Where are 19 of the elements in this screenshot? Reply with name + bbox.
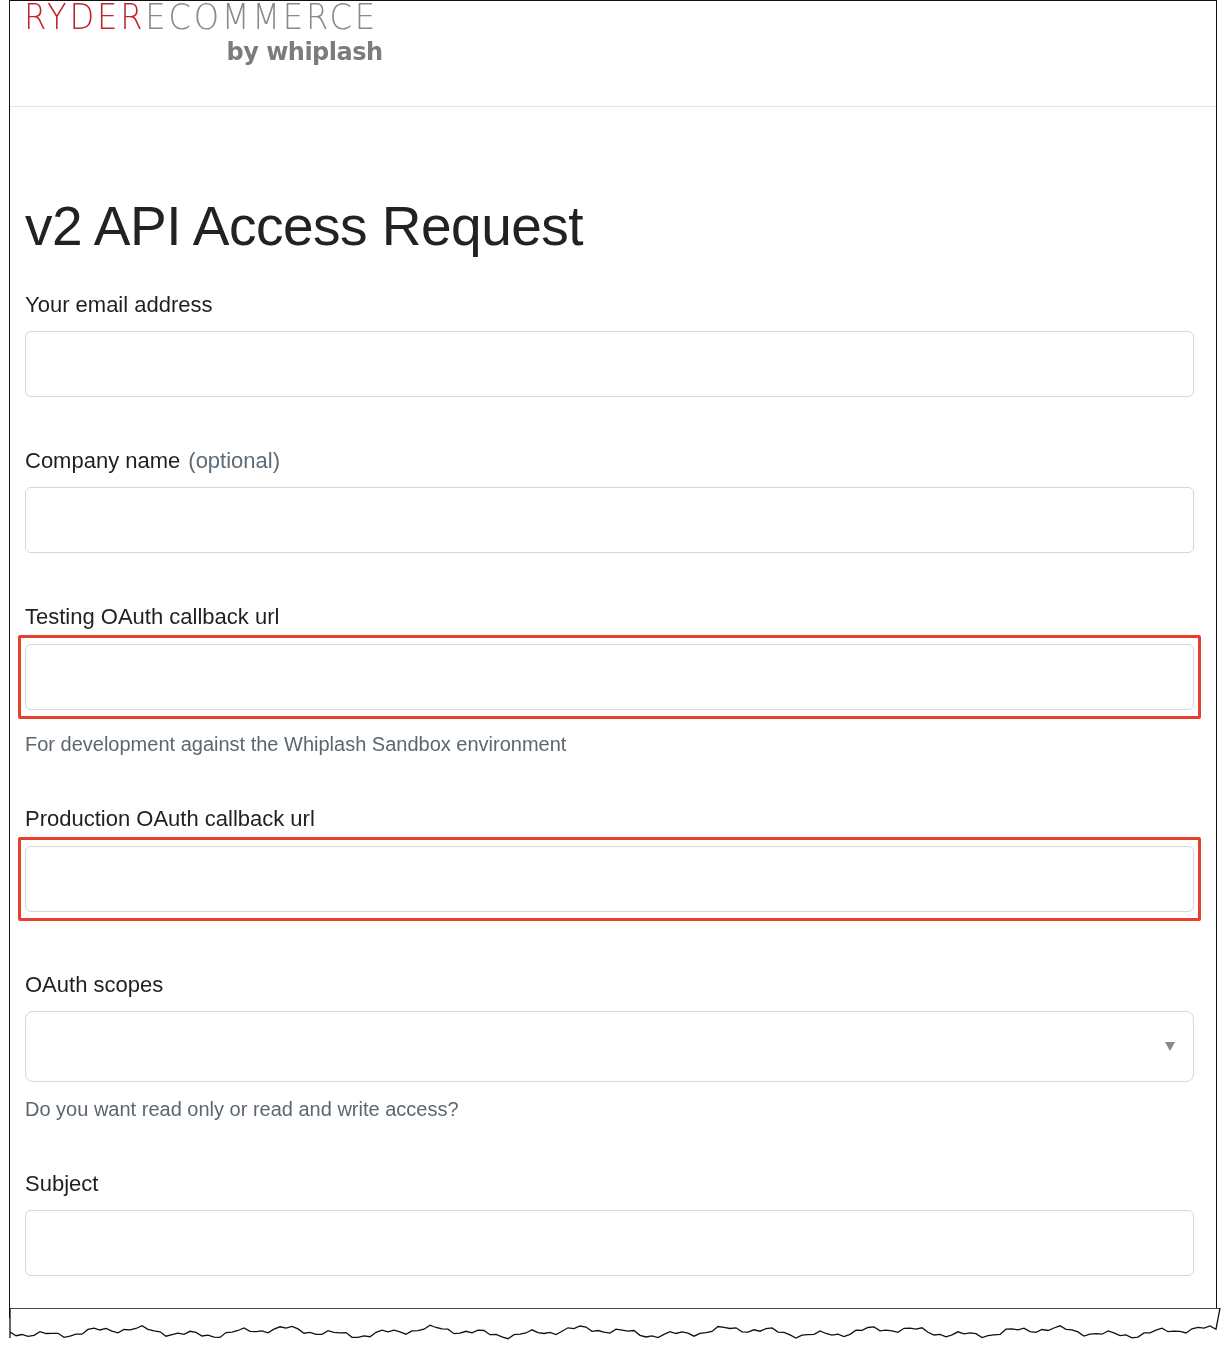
field-hint: For development against the Whiplash Sandbox environment (25, 732, 568, 757)
field-label: Company name (25, 447, 181, 475)
field-label: OAuth scopes (25, 971, 165, 999)
optional-note: (optional) (188, 448, 281, 474)
field-hint: Do you want read only or read and write access? (25, 1097, 460, 1122)
text-field[interactable] (25, 644, 1194, 710)
text-field[interactable] (25, 1210, 1194, 1276)
text-field[interactable] (25, 487, 1194, 553)
dropdown-caret-icon (1165, 1042, 1175, 1051)
field-label: Production OAuth callback url (25, 805, 316, 833)
text-field[interactable] (25, 331, 1194, 397)
field-label: Testing OAuth callback url (25, 603, 281, 631)
field-label: Your email address (25, 291, 214, 319)
select-field[interactable] (25, 1011, 1194, 1082)
logo-tagline: by whiplash (226, 38, 383, 66)
field-label: Subject (25, 1170, 100, 1198)
page-title: v2 API Access Request (25, 194, 585, 259)
text-field[interactable] (25, 846, 1194, 912)
logo-wordmark: RYDER ECOMMERCE (24, 0, 378, 38)
